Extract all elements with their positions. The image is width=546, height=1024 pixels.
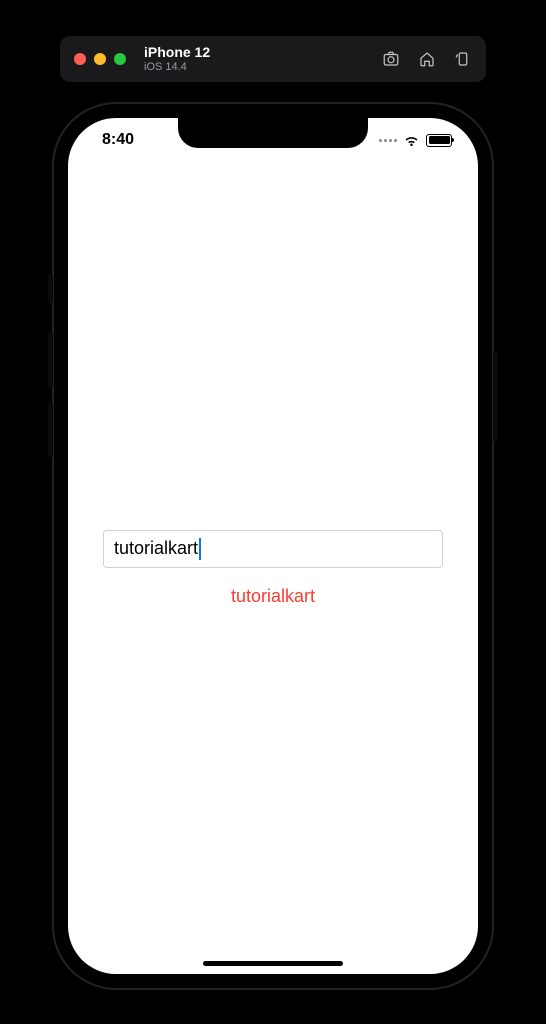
mute-switch[interactable] xyxy=(48,274,53,304)
simulator-title-block: iPhone 12 iOS 14.4 xyxy=(144,45,210,72)
text-input[interactable]: tutorialkart xyxy=(103,530,443,568)
volume-up-button[interactable] xyxy=(48,332,53,388)
window-controls xyxy=(74,53,126,65)
close-window-button[interactable] xyxy=(74,53,86,65)
simulator-device-name: iPhone 12 xyxy=(144,45,210,60)
home-indicator[interactable] xyxy=(203,961,343,966)
notch xyxy=(178,118,368,148)
fullscreen-window-button[interactable] xyxy=(114,53,126,65)
echo-label: tutorialkart xyxy=(231,586,315,607)
text-cursor xyxy=(199,538,201,560)
app-content: tutorialkart tutorialkart xyxy=(68,162,478,974)
simulator-titlebar: iPhone 12 iOS 14.4 xyxy=(60,36,486,82)
simulator-os-version: iOS 14.4 xyxy=(144,61,210,73)
power-button[interactable] xyxy=(493,352,498,442)
text-input-value: tutorialkart xyxy=(114,538,198,559)
battery-icon xyxy=(426,134,452,147)
phone-frame: 8:40 tutorialkart tutorialkart xyxy=(54,104,492,988)
rotate-icon[interactable] xyxy=(454,50,472,68)
home-icon[interactable] xyxy=(418,50,436,68)
cellular-icon xyxy=(379,139,397,142)
status-time: 8:40 xyxy=(94,131,134,149)
minimize-window-button[interactable] xyxy=(94,53,106,65)
simulator-actions xyxy=(382,50,472,68)
phone-screen: 8:40 tutorialkart tutorialkart xyxy=(68,118,478,974)
wifi-icon xyxy=(403,134,420,147)
volume-down-button[interactable] xyxy=(48,402,53,458)
screenshot-icon[interactable] xyxy=(382,50,400,68)
status-indicators xyxy=(379,134,452,147)
